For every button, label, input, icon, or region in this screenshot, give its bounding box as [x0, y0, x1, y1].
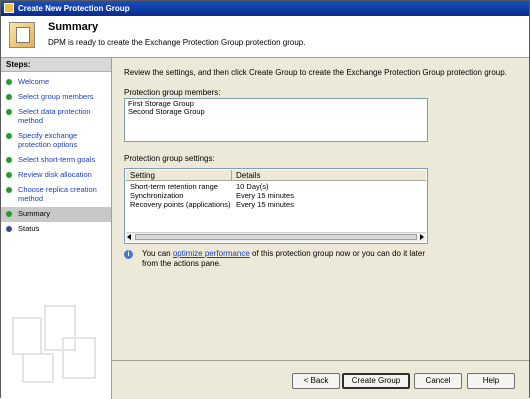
app-icon	[4, 3, 14, 13]
details-cell: Every 15 minutes	[236, 200, 294, 209]
step-done-icon	[6, 187, 12, 193]
setting-cell: Short-term retention range	[130, 182, 218, 191]
details-cell: Every 15 minutes	[236, 191, 294, 200]
step-done-icon	[6, 94, 12, 100]
cancel-button[interactable]: Cancel	[414, 373, 462, 389]
members-listbox[interactable]: First Storage Group Second Storage Group	[124, 98, 428, 142]
settings-listview[interactable]: Setting Details Short-term retention ran…	[124, 168, 428, 244]
settings-label: Protection group settings:	[124, 154, 215, 163]
window-title: Create New Protection Group	[18, 4, 130, 13]
step-select-short-term-goals[interactable]: Select short-term goals	[1, 153, 111, 168]
page-subtitle: DPM is ready to create the Exchange Prot…	[48, 38, 306, 47]
scroll-right-icon[interactable]	[420, 234, 424, 240]
setting-cell: Recovery points (applications)	[130, 200, 231, 209]
members-label: Protection group members:	[124, 88, 221, 97]
main-content: Review the settings, and then click Crea…	[112, 58, 529, 360]
step-summary: Summary	[1, 207, 111, 222]
info-text: You can optimize performance of this pro…	[142, 249, 425, 268]
setting-cell: Synchronization	[130, 191, 184, 200]
list-item[interactable]: Second Storage Group	[128, 108, 424, 116]
column-header-setting[interactable]: Setting	[130, 171, 155, 180]
instruction-text: Review the settings, and then click Crea…	[124, 68, 507, 77]
decorative-watermark	[12, 305, 96, 383]
step-done-icon	[6, 109, 12, 115]
step-done-icon	[6, 172, 12, 178]
step-review-disk-allocation[interactable]: Review disk allocation	[1, 168, 111, 183]
step-done-icon	[6, 157, 12, 163]
optimize-performance-link[interactable]: optimize performance	[173, 249, 250, 258]
step-status: Status	[1, 222, 111, 237]
details-cell: 10 Day(s)	[236, 182, 269, 191]
steps-list: Welcome Select group members Select data…	[1, 75, 111, 237]
scroll-left-icon[interactable]	[127, 234, 131, 240]
column-divider[interactable]	[231, 170, 232, 180]
step-choose-replica-creation-method[interactable]: Choose replica creation method	[1, 183, 111, 207]
column-header-details[interactable]: Details	[236, 171, 260, 180]
steps-sidebar: Steps: Welcome Select group members Sele…	[1, 58, 112, 399]
protection-group-icon	[9, 22, 35, 48]
steps-title: Steps:	[1, 58, 111, 72]
page-title: Summary	[48, 21, 99, 33]
step-current-icon	[6, 211, 12, 217]
help-button[interactable]: Help	[467, 373, 515, 389]
table-header: Setting Details	[126, 170, 426, 181]
table-row[interactable]: Recovery points (applications) Every 15 …	[130, 200, 420, 209]
horizontal-scrollbar[interactable]	[126, 232, 426, 242]
step-done-icon	[6, 79, 12, 85]
wizard-footer: < Back Create Group Cancel Help	[112, 360, 529, 399]
step-select-group-members[interactable]: Select group members	[1, 90, 111, 105]
create-group-button[interactable]: Create Group	[342, 373, 410, 389]
scrollbar-thumb[interactable]	[135, 234, 417, 240]
step-specify-exchange-protection-options[interactable]: Specify exchange protection options	[1, 129, 111, 153]
step-done-icon	[6, 133, 12, 139]
info-icon: i	[124, 250, 133, 259]
wizard-header: Summary DPM is ready to create the Excha…	[1, 16, 529, 58]
table-row[interactable]: Synchronization Every 15 minutes	[130, 191, 420, 200]
step-select-data-protection-method[interactable]: Select data protection method	[1, 105, 111, 129]
step-pending-icon	[6, 226, 12, 232]
table-row[interactable]: Short-term retention range 10 Day(s)	[130, 182, 420, 191]
step-welcome[interactable]: Welcome	[1, 75, 111, 90]
title-bar[interactable]: Create New Protection Group	[1, 1, 529, 16]
wizard-window: Create New Protection Group Summary DPM …	[0, 0, 530, 399]
back-button[interactable]: < Back	[292, 373, 340, 389]
